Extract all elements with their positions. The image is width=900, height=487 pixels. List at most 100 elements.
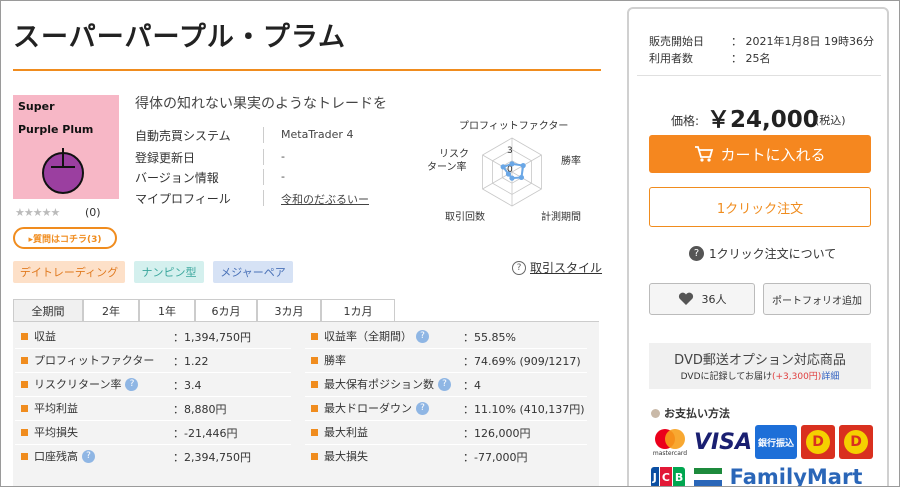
stat-row-left: プロフィットファクター [21,348,154,372]
mastercard-label: mastercard [652,449,688,457]
product-thumbnail[interactable]: Super Purple Plum [13,95,119,199]
stat-label: 平均損失 [34,426,78,439]
daily-logo-1: D [801,425,835,459]
payment-methods-label: お支払い方法 [651,405,730,421]
info-separator [263,149,264,165]
mastercard-logo: mastercard [649,425,691,459]
info-value-version: - [281,170,285,183]
stat-row-right: 最大保有ポジション数? [311,372,451,396]
bank-transfer-logo: 銀行振込 [755,425,797,459]
stat-label: 収益 [34,330,56,343]
favorite-count: 36人 [701,293,727,306]
info-value-system: MetaTrader 4 [281,128,354,141]
payment-label-text: お支払い方法 [664,407,730,420]
title-divider [13,69,601,71]
info-separator [263,190,264,206]
tab-3m[interactable]: 3カ月 [257,299,321,321]
jcb-letters: JCB [650,466,686,486]
help-icon[interactable]: ? [416,401,429,415]
radar-point [505,171,512,177]
bullet-icon [21,332,28,340]
radar-label-risk-2: ターン率 [427,162,467,173]
mastercard-icon [655,428,685,449]
radar-chart: 3 0 [482,137,542,207]
dvd-sub-price: (+3,300円) [771,372,822,382]
stat-value: ：8,880円 [173,403,227,416]
plum-icon [42,148,84,194]
tag-major-pair[interactable]: メジャーペア [213,261,293,283]
bullet-icon [21,452,28,460]
panel-divider [637,75,881,76]
stat-label: 勝率 [324,354,346,367]
visa-logo: VISA [693,429,753,455]
stat-label: 平均利益 [34,402,78,415]
help-icon[interactable]: ? [416,329,429,343]
familymart-logo: FamilyMart [729,465,863,487]
stat-value: ：55.85% [463,331,516,344]
bullet-icon [651,408,660,418]
trade-style-label: 取引スタイル [530,261,603,275]
thumbnail-line2: Purple Plum [18,123,94,136]
stat-label: 最大保有ポジション数 [324,378,434,391]
rating-stars: ★★★★★ [15,206,60,219]
info-label-system: 自動売買システム [135,129,231,143]
stat-row-left: 口座残高? [21,444,95,468]
question-button[interactable]: ▸質問はコチラ(3) [13,227,117,249]
stat-row-left: 収益 [21,324,56,348]
stat-label: 最大利益 [324,426,368,439]
stats-table: 収益 ：1,394,750円 プロフィットファクター ：1.22 リスクリターン率? ：3… [13,321,599,486]
help-icon[interactable]: ? [125,377,139,391]
tag-daytrade[interactable]: デイトレーディング [13,261,125,283]
stat-value: ：-77,000円 [463,451,528,464]
info-label-version: バージョン情報 [135,171,219,185]
help-icon[interactable]: ? [438,377,451,391]
bullet-icon [311,332,318,340]
help-icon[interactable]: ? [82,449,95,463]
one-click-order-button[interactable]: 1クリック注文 [649,187,871,227]
tab-1y[interactable]: 1年 [139,299,195,321]
radar-point [520,162,526,169]
daily-logo-2: D [839,425,873,459]
info-label-updated: 登録更新日 [135,151,196,165]
radar-label-winrate: 勝率 [561,156,581,167]
radar-point [518,174,525,181]
bullet-icon [21,380,28,388]
price-tax: (税込) [815,114,846,127]
bullet-icon [311,452,318,460]
thumbnail-line1: Super [18,100,55,113]
bullet-icon [21,356,28,364]
bullet-icon [311,428,318,436]
stat-label: 収益率（全期間） [324,330,412,343]
stat-row-left: 平均利益 [21,396,78,420]
purchase-panel: 販売開始日 ： 2021年1月8日 19時36分 利用者数 ： 25名 価格: … [627,7,889,487]
favorite-button[interactable]: 36人 [649,283,755,315]
info-separator [263,169,264,185]
stat-row-right: 勝率 [311,348,346,372]
trade-style-link[interactable]: ? 取引スタイル [512,259,602,276]
d-icon: D [844,430,868,454]
info-label-profile: マイプロフィール [135,192,231,206]
one-click-about-link[interactable]: ? 1クリック注文について [689,245,836,262]
question-icon: ? [689,246,704,261]
product-tagline: 得体の知れない果実のようなトレードを [135,96,387,112]
add-to-cart-button[interactable]: カートに入れる [649,135,871,173]
stat-value: ：2,394,750円 [173,451,251,464]
stat-value: ：1.22 [173,355,209,368]
tab-1m[interactable]: 1カ月 [321,299,395,321]
tab-2y[interactable]: 2年 [83,299,139,321]
radar-point [500,164,506,170]
tag-nanpin[interactable]: ナンピン型 [134,261,204,283]
stat-label: 最大損失 [324,450,368,463]
dvd-sub-prefix: DVDに記録してお届け [680,372,772,382]
dvd-detail-link[interactable]: 詳細 [821,372,839,382]
add-portfolio-button[interactable]: ポートフォリオ追加 [763,283,871,315]
bullet-icon [311,404,318,412]
tab-all[interactable]: 全期間 [13,299,83,321]
stat-value: ：126,000円 [463,427,531,440]
bullet-icon [311,356,318,364]
jcb-logo: JCB [649,463,687,486]
radar-point [509,161,515,167]
tab-6m[interactable]: 6カ月 [195,299,257,321]
profile-link[interactable]: 令和のだぶるいー [281,191,369,207]
page-frame: スーパーパープル・プラム Super Purple Plum ★★★★★ (0)… [0,0,900,487]
